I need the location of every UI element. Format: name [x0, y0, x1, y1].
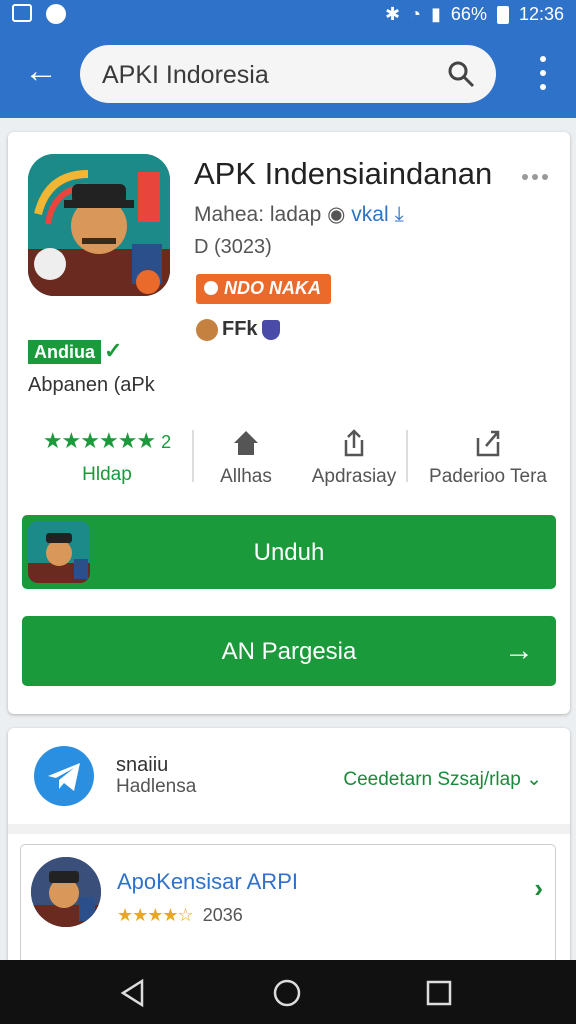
search-icon[interactable]: [446, 59, 476, 89]
divider: [192, 430, 194, 482]
secondary-label: AN Pargesia: [221, 638, 357, 665]
info-icon: ◉: [327, 203, 352, 226]
signal-icon: ▮: [431, 4, 441, 24]
category-badge: Andiua: [28, 340, 101, 364]
app-detail-card: APK Indensiaindanan Mahea: ladap ◉ vkal …: [8, 132, 570, 714]
chevron-right-icon[interactable]: ›: [534, 873, 543, 904]
home-stat[interactable]: Allhas: [196, 428, 296, 488]
status-bar: ✱ ◔ ▮ 66% 12:36: [0, 0, 576, 30]
release-date: D (3023): [194, 236, 272, 258]
badge-dot-icon: [204, 281, 218, 295]
developer-line: Mahea: ladap ◉ vkal ⤓: [194, 202, 404, 227]
download-small-icon: ⤓: [394, 203, 404, 226]
share-stat[interactable]: Apdrasiay: [296, 428, 412, 488]
item-count: 2036: [202, 905, 243, 925]
install-button[interactable]: Unduh: [22, 515, 556, 589]
home-nav-icon[interactable]: [272, 978, 302, 1008]
more-vert-icon[interactable]: [540, 56, 548, 90]
clock: 12:36: [518, 4, 564, 24]
secondary-button[interactable]: AN Pargesia →: [22, 616, 556, 686]
rating-label: Hldap: [82, 464, 132, 485]
system-nav-bar: [0, 960, 576, 1024]
rating-stat[interactable]: ★★★★★★ 2 Hldap: [24, 428, 190, 486]
section-separator: [8, 824, 570, 834]
more-options-icon[interactable]: [522, 174, 548, 180]
app-bar: ✱ ◔ ▮ 66% 12:36 ← APKI Indoresia: [0, 0, 576, 118]
bluetooth-icon: ✱: [385, 4, 401, 24]
divider: [406, 430, 408, 482]
notification-app-icon: [46, 4, 66, 24]
share-box-icon: [476, 430, 500, 457]
mini-label-row: FFk: [196, 318, 280, 341]
arrow-right-icon: →: [504, 634, 534, 667]
share-icon: [344, 429, 364, 457]
report-stat[interactable]: Paderioo Tera: [410, 428, 566, 488]
battery-icon: [496, 5, 509, 24]
item-app-icon: [31, 857, 101, 927]
verified-check-icon: ✓: [104, 338, 123, 363]
item-title: ApoKensisar ARPI: [117, 869, 298, 894]
publisher-name: snaiiu: [116, 754, 169, 776]
recents-nav-icon[interactable]: [424, 978, 454, 1008]
developer-name[interactable]: Mahea: ladap: [194, 203, 321, 226]
item-stars: ★★★★☆: [117, 905, 194, 925]
item-rating-row: ★★★★☆ 2036: [117, 905, 243, 926]
see-all-link[interactable]: Ceedetarn Szsaj/rlap ⌄: [343, 768, 542, 791]
mini-avatar-icon: [196, 318, 218, 341]
developer-link[interactable]: vkal: [351, 203, 388, 226]
battery-percent: 66%: [450, 4, 487, 24]
category-text: Abpanen (aPk: [28, 374, 155, 396]
tag-badge: NDO NAKA: [196, 274, 331, 304]
back-nav-icon[interactable]: [118, 978, 148, 1008]
search-input[interactable]: APKI Indoresia: [102, 61, 269, 90]
mini-label: FFk: [222, 318, 258, 340]
app-icon: [28, 154, 170, 296]
telegram-icon[interactable]: [34, 746, 94, 806]
app-title: APK Indensiaindanan: [194, 156, 493, 191]
shield-icon: [261, 319, 280, 340]
back-arrow-icon[interactable]: ←: [24, 54, 58, 88]
install-label: Unduh: [253, 539, 325, 566]
stats-row: ★★★★★★ 2 Hldap Allhas Apdrasiay Paderioo …: [8, 428, 570, 494]
rating-count: 2: [161, 432, 172, 452]
home-icon: [234, 431, 258, 455]
search-bar[interactable]: APKI Indoresia: [80, 45, 496, 103]
rating-stars: ★★★★★★: [42, 428, 156, 453]
related-card: snaiiu Hadlensa Ceedetarn Szsaj/rlap ⌄ A…: [8, 728, 570, 984]
wifi-icon: ◔: [410, 4, 422, 24]
notification-image-icon: [12, 4, 32, 22]
publisher-subtitle: Hadlensa: [116, 776, 197, 797]
